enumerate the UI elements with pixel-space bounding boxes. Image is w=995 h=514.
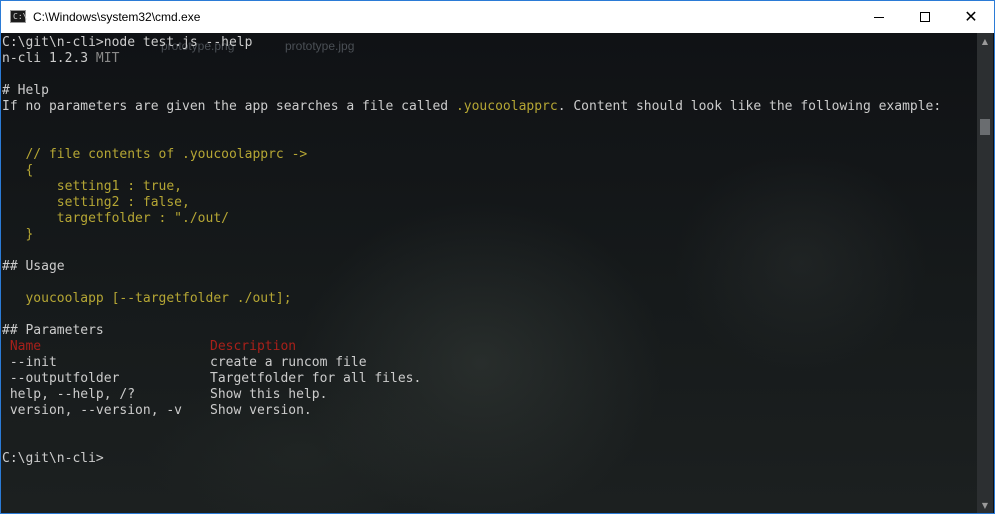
background-file-label: prototype.jpg	[285, 39, 355, 53]
example-line: targetfolder : "./out/	[2, 211, 229, 226]
param-description: Targetfolder for all files.	[210, 371, 422, 386]
intro-filename: .youcoolapprc	[455, 99, 558, 114]
param-name: --init	[2, 355, 57, 370]
scroll-thumb[interactable]	[980, 119, 990, 135]
param-name-header: Name	[2, 339, 42, 354]
parameter-row: version, --version, -v Show version.	[2, 403, 902, 419]
title-bar[interactable]: C:\ C:\Windows\system32\cmd.exe ✕	[1, 1, 994, 33]
close-button[interactable]: ✕	[948, 1, 994, 33]
scroll-up-arrow-icon[interactable]: ▲	[977, 33, 993, 50]
param-description: Show this help.	[210, 387, 328, 402]
version-license: MIT	[95, 51, 120, 66]
param-description: create a runcom file	[210, 355, 367, 370]
version-name: n-cli 1.2.3	[2, 51, 89, 66]
minimize-icon	[874, 16, 884, 18]
scroll-down-arrow-icon[interactable]: ▼	[977, 497, 993, 513]
minimize-button[interactable]	[856, 1, 902, 33]
close-icon: ✕	[964, 7, 978, 26]
vertical-scrollbar[interactable]: ▲ ▼	[977, 33, 993, 513]
usage-line: youcoolapp [--targetfolder ./out];	[2, 291, 292, 306]
example-line: {	[2, 163, 34, 178]
window-title: C:\Windows\system32\cmd.exe	[33, 10, 201, 24]
maximize-button[interactable]	[902, 1, 948, 33]
param-name: version, --version, -v	[2, 403, 183, 418]
intro-text: If no parameters are given the app searc…	[2, 99, 456, 114]
example-line: // file contents of .youcoolapprc ->	[2, 147, 308, 162]
parameters-heading: ## Parameters	[2, 323, 104, 338]
console-output[interactable]: prototype.png prototype.jpg C:\git\n-cli…	[1, 33, 979, 513]
param-name: --outputfolder	[2, 371, 120, 386]
version-line: n-cli 1.2.3 MIT	[2, 51, 119, 67]
intro-text-end: . Content should look like the following…	[557, 99, 942, 114]
usage-heading: ## Usage	[2, 259, 65, 274]
console-app-icon[interactable]: C:\	[10, 10, 27, 23]
parameter-row: --outputfolder Targetfolder for all files…	[2, 371, 902, 387]
example-line: }	[2, 227, 34, 242]
help-heading: # Help	[2, 83, 49, 98]
param-name: help, --help, /?	[2, 387, 136, 402]
parameters-header-row: Name Description	[2, 339, 902, 355]
parameter-row: help, --help, /? Show this help.	[2, 387, 902, 403]
maximize-icon	[920, 12, 930, 22]
example-line: setting1 : true,	[2, 179, 183, 194]
command-line: C:\git\n-cli>node test.js --help	[2, 35, 253, 50]
example-line: setting2 : false,	[2, 195, 190, 210]
final-prompt: C:\git\n-cli>	[2, 451, 104, 466]
intro-line: If no parameters are given the app searc…	[2, 99, 941, 115]
parameter-row: --init create a runcom file	[2, 355, 902, 371]
param-description: Show version.	[210, 403, 312, 418]
cmd-window: C:\ C:\Windows\system32\cmd.exe ✕ protot…	[0, 0, 995, 514]
param-description-header: Description	[210, 339, 297, 354]
